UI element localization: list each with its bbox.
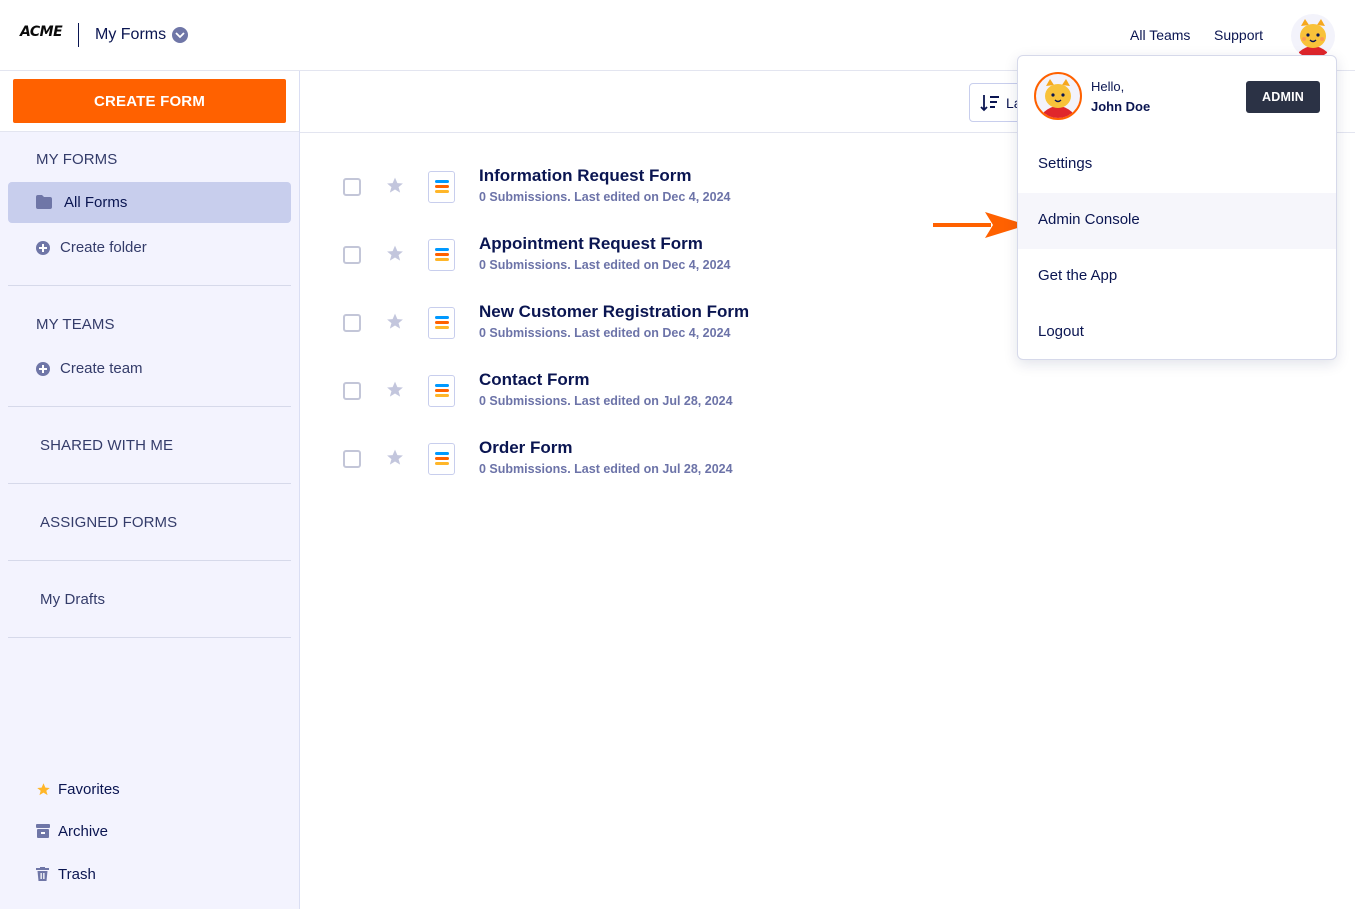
- form-icon: [428, 443, 455, 475]
- sidebar: CREATE FORM MY FORMS All Forms Create fo…: [0, 71, 300, 909]
- form-title[interactable]: Appointment Request Form: [479, 234, 703, 254]
- star-icon[interactable]: [385, 244, 405, 263]
- chevron-down-icon[interactable]: [172, 27, 188, 43]
- star-icon[interactable]: [385, 176, 405, 195]
- menu-item-admin-console[interactable]: Admin Console: [1018, 193, 1336, 249]
- form-meta: 0 Submissions. Last edited on Dec 4, 202…: [479, 258, 731, 272]
- folder-icon: [36, 195, 52, 209]
- menu-item-label: Admin Console: [1038, 211, 1140, 228]
- star-icon: [37, 783, 50, 796]
- support-link[interactable]: Support: [1214, 27, 1263, 43]
- favorites-label: Favorites: [58, 781, 120, 798]
- my-forms-section-title[interactable]: MY FORMS: [36, 151, 117, 168]
- sidebar-item-my-drafts[interactable]: My Drafts: [40, 591, 105, 608]
- trash-label: Trash: [58, 866, 96, 883]
- star-icon[interactable]: [385, 448, 405, 467]
- sidebar-item-all-forms[interactable]: All Forms: [8, 182, 291, 223]
- sidebar-divider: [8, 406, 291, 407]
- form-meta: 0 Submissions. Last edited on Dec 4, 202…: [479, 326, 731, 340]
- greeting-text: Hello,: [1091, 79, 1125, 94]
- all-teams-link[interactable]: All Teams: [1130, 27, 1190, 43]
- row-checkbox[interactable]: [343, 178, 361, 196]
- list-item[interactable]: Information Request Form 0 Submissions. …: [330, 166, 1030, 235]
- user-menu-dropdown: Hello, John Doe ADMIN Settings Admin Con…: [1017, 55, 1337, 360]
- sidebar-divider: [8, 285, 291, 286]
- user-avatar[interactable]: [1291, 14, 1335, 58]
- form-title[interactable]: New Customer Registration Form: [479, 302, 749, 322]
- sidebar-divider: [8, 637, 291, 638]
- menu-item-label: Get the App: [1038, 267, 1118, 284]
- form-icon: [428, 307, 455, 339]
- sidebar-divider: [8, 560, 291, 561]
- row-checkbox[interactable]: [343, 450, 361, 468]
- list-item[interactable]: Appointment Request Form 0 Submissions. …: [330, 234, 1030, 303]
- cat-avatar-icon: [1044, 79, 1072, 118]
- row-checkbox[interactable]: [343, 246, 361, 264]
- create-form-button[interactable]: CREATE FORM: [13, 79, 286, 123]
- page-title[interactable]: My Forms: [95, 26, 166, 44]
- sidebar-item-assigned-forms[interactable]: ASSIGNED FORMS: [40, 514, 177, 531]
- form-meta: 0 Submissions. Last edited on Jul 28, 20…: [479, 462, 733, 476]
- row-checkbox[interactable]: [343, 314, 361, 332]
- sort-icon: [980, 95, 999, 112]
- menu-item-get-the-app[interactable]: Get the App: [1018, 249, 1336, 305]
- create-folder-label: Create folder: [60, 239, 147, 256]
- logo-divider: [78, 23, 79, 47]
- list-item[interactable]: Order Form 0 Submissions. Last edited on…: [330, 438, 1030, 507]
- menu-item-logout[interactable]: Logout: [1018, 305, 1336, 361]
- cat-avatar-icon: [1299, 19, 1327, 58]
- row-checkbox[interactable]: [343, 382, 361, 400]
- create-team-label: Create team: [60, 360, 143, 377]
- archive-icon: [36, 824, 50, 838]
- archive-label: Archive: [58, 823, 109, 840]
- form-icon: [428, 171, 455, 203]
- star-icon[interactable]: [385, 312, 405, 331]
- plus-circle-icon: [36, 241, 50, 255]
- sidebar-divider: [8, 483, 291, 484]
- form-meta: 0 Submissions. Last edited on Dec 4, 202…: [479, 190, 731, 204]
- menu-item-label: Settings: [1038, 155, 1093, 172]
- create-form-area: CREATE FORM: [0, 71, 299, 132]
- sidebar-item-shared-with-me[interactable]: SHARED WITH ME: [40, 437, 173, 454]
- plus-circle-icon: [36, 362, 50, 376]
- trash-icon: [36, 867, 49, 881]
- form-meta: 0 Submissions. Last edited on Jul 28, 20…: [479, 394, 733, 408]
- dropdown-avatar: [1034, 72, 1082, 120]
- admin-badge[interactable]: ADMIN: [1246, 81, 1320, 113]
- acme-logo[interactable]: ACME: [20, 24, 63, 40]
- list-item[interactable]: Contact Form 0 Submissions. Last edited …: [330, 370, 1030, 439]
- sidebar-item-label: All Forms: [64, 194, 128, 211]
- menu-item-label: Logout: [1038, 323, 1084, 340]
- my-teams-section-title[interactable]: MY TEAMS: [36, 316, 115, 333]
- form-title[interactable]: Information Request Form: [479, 166, 692, 186]
- arrow-annotation-icon: [933, 212, 1027, 238]
- form-icon: [428, 375, 455, 407]
- form-icon: [428, 239, 455, 271]
- form-title[interactable]: Order Form: [479, 438, 573, 458]
- form-title[interactable]: Contact Form: [479, 370, 590, 390]
- star-icon[interactable]: [385, 380, 405, 399]
- list-item[interactable]: New Customer Registration Form 0 Submiss…: [330, 302, 1030, 371]
- user-name: John Doe: [1091, 99, 1151, 114]
- menu-item-settings[interactable]: Settings: [1018, 137, 1336, 193]
